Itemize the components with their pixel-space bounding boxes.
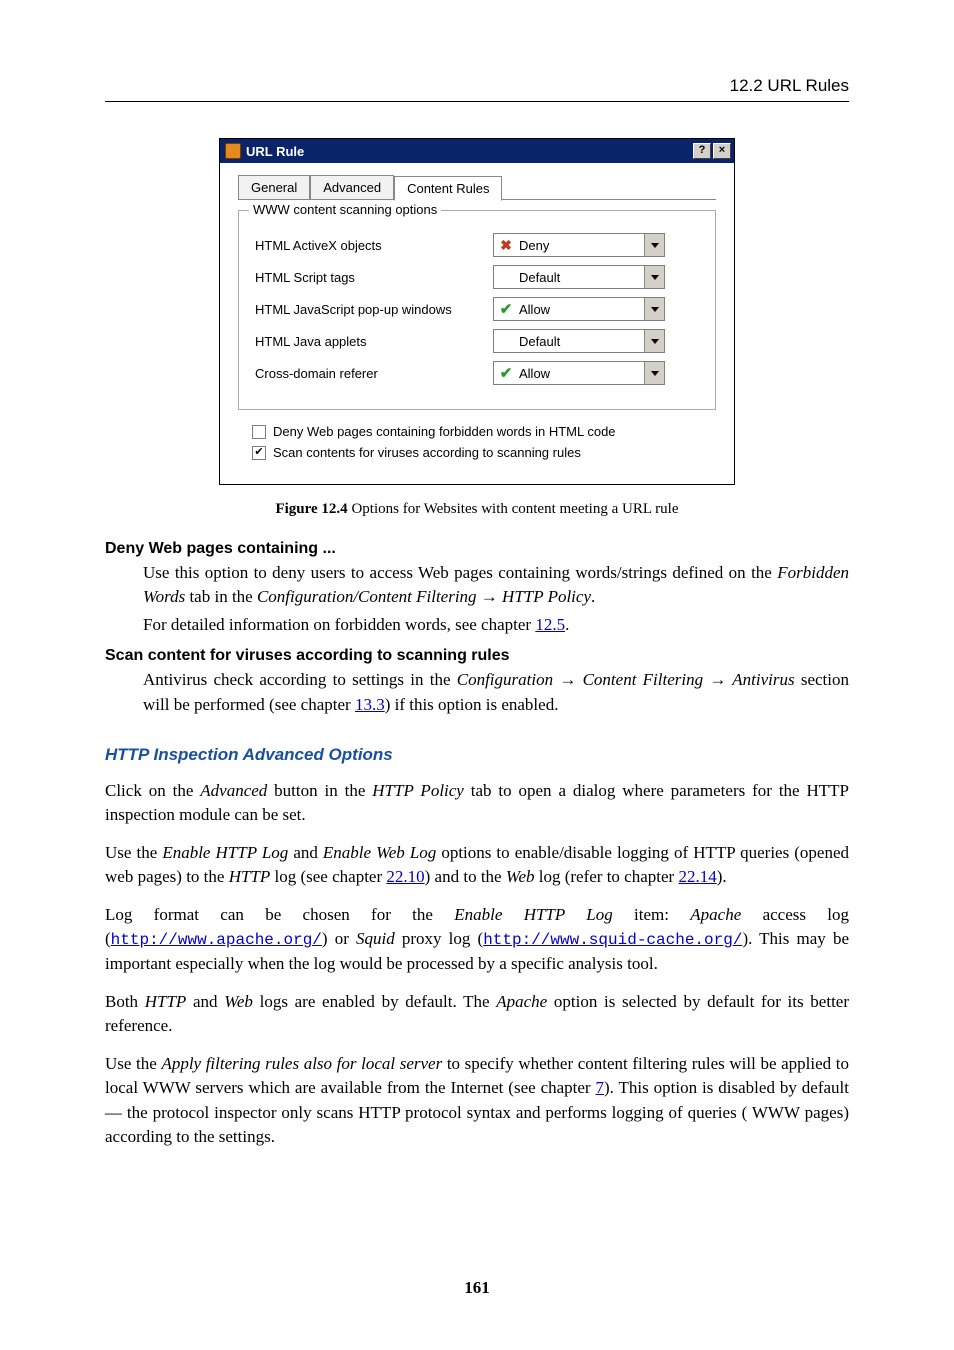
tab-general[interactable]: General: [238, 175, 310, 199]
body-p5: Use the Apply filtering rules also for l…: [105, 1052, 849, 1149]
deny-forbidden-checkbox[interactable]: [252, 425, 266, 439]
deny-icon: ✖: [498, 237, 514, 253]
blank-icon: [498, 333, 514, 349]
figure-caption: Figure 12.4 Options for Websites with co…: [105, 501, 849, 518]
java-select[interactable]: Default: [493, 329, 665, 353]
fieldset-legend: WWW content scanning options: [249, 202, 441, 217]
scan-viruses-label: Scan contents for viruses according to s…: [273, 445, 581, 460]
chevron-down-icon: [644, 266, 664, 288]
link-22-14[interactable]: 22.14: [678, 867, 716, 886]
java-value: Default: [519, 334, 644, 349]
help-button[interactable]: ?: [693, 143, 711, 159]
term-scan-p1: Antivirus check according to settings in…: [143, 668, 849, 716]
term-deny-p2: For detailed information on forbidden wo…: [143, 613, 849, 637]
referer-select[interactable]: ✔ Allow: [493, 361, 665, 385]
script-select[interactable]: Default: [493, 265, 665, 289]
scanning-options-fieldset: WWW content scanning options HTML Active…: [238, 210, 716, 410]
term-deny-p1: Use this option to deny users to access …: [143, 561, 849, 609]
allow-icon: ✔: [498, 365, 514, 381]
tab-bar: General Advanced Content Rules: [238, 175, 716, 200]
chevron-down-icon: [644, 330, 664, 352]
script-value: Default: [519, 270, 644, 285]
section-heading: HTTP Inspection Advanced Options: [105, 745, 849, 765]
link-7[interactable]: 7: [596, 1078, 605, 1097]
term-deny-heading: Deny Web pages containing ...: [105, 540, 849, 558]
page-number: 161: [0, 1278, 954, 1298]
popup-value: Allow: [519, 302, 644, 317]
page-header: 12.2 URL Rules: [105, 76, 849, 96]
tab-advanced[interactable]: Advanced: [310, 175, 394, 199]
activex-label: HTML ActiveX objects: [255, 238, 493, 253]
chevron-down-icon: [644, 234, 664, 256]
dialog-title: URL Rule: [246, 144, 693, 159]
java-label: HTML Java applets: [255, 334, 493, 349]
tab-content-rules[interactable]: Content Rules: [394, 176, 502, 201]
scan-viruses-checkbox[interactable]: ✔: [252, 446, 266, 460]
app-icon: [225, 143, 241, 159]
link-apache[interactable]: http://www.apache.org/: [111, 931, 322, 949]
popup-select[interactable]: ✔ Allow: [493, 297, 665, 321]
activex-value: Deny: [519, 238, 644, 253]
link-squid[interactable]: http://www.squid-cache.org/: [483, 931, 742, 949]
activex-select[interactable]: ✖ Deny: [493, 233, 665, 257]
term-scan-heading: Scan content for viruses according to sc…: [105, 647, 849, 665]
deny-forbidden-label: Deny Web pages containing forbidden word…: [273, 424, 616, 439]
popup-label: HTML JavaScript pop-up windows: [255, 302, 493, 317]
chevron-down-icon: [644, 362, 664, 384]
body-p4: Both HTTP and Web logs are enabled by de…: [105, 990, 849, 1038]
body-p2: Use the Enable HTTP Log and Enable Web L…: [105, 841, 849, 889]
url-rule-dialog: URL Rule ? × General Advanced Content Ru…: [219, 138, 735, 485]
blank-icon: [498, 269, 514, 285]
body-p3: Log format can be chosen for the Enable …: [105, 903, 849, 976]
allow-icon: ✔: [498, 301, 514, 317]
titlebar: URL Rule ? ×: [220, 139, 734, 163]
body-p1: Click on the Advanced button in the HTTP…: [105, 779, 849, 827]
script-label: HTML Script tags: [255, 270, 493, 285]
link-12-5[interactable]: 12.5: [535, 615, 565, 634]
referer-label: Cross-domain referer: [255, 366, 493, 381]
link-13-3[interactable]: 13.3: [355, 695, 385, 714]
link-22-10[interactable]: 22.10: [386, 867, 424, 886]
referer-value: Allow: [519, 366, 644, 381]
chevron-down-icon: [644, 298, 664, 320]
close-button[interactable]: ×: [713, 143, 731, 159]
